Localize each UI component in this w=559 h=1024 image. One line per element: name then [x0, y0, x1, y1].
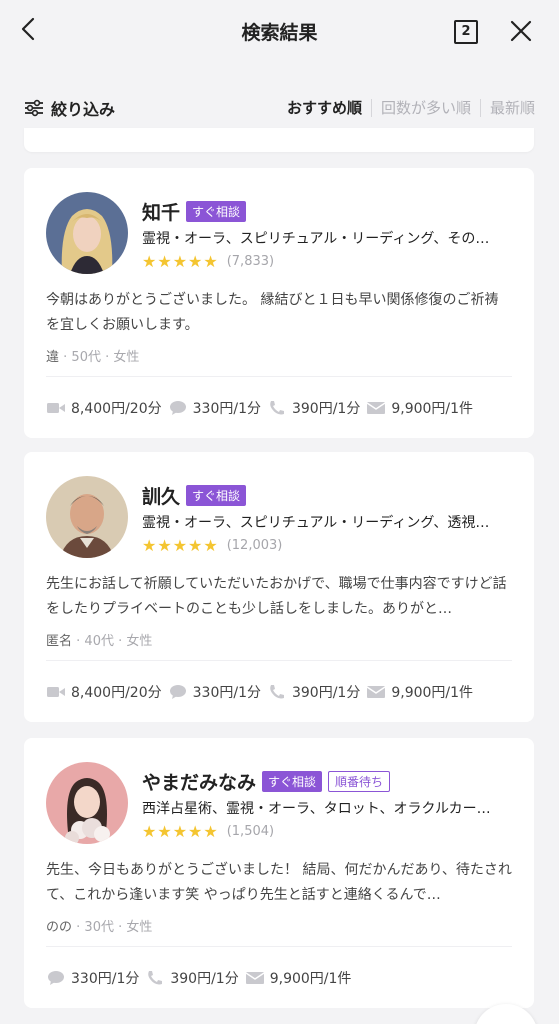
review-text: 先生、今日もありがとうございました！ 結局、何だかんだあり、待たされて、これから…	[46, 862, 512, 903]
tab-count-button[interactable]: 2	[454, 20, 478, 44]
advisor-name: 知千	[142, 202, 181, 224]
chat-price: 330円/1分	[168, 398, 261, 418]
video-price: 8,400円/20分	[46, 398, 162, 418]
video-camera-icon	[47, 403, 65, 413]
review-text: 先生にお話して祈願していただいたおかげで、職場で仕事内容ですけど話をしたりプライ…	[46, 576, 507, 617]
chat-price: 330円/1分	[168, 682, 261, 702]
star-rating-icon: ★★★★★	[142, 822, 219, 841]
divider	[46, 376, 512, 377]
mail-icon	[366, 402, 386, 414]
review-count: (1,504)	[226, 824, 275, 839]
sort-options: おすすめ順 回数が多い順 最新順	[287, 97, 535, 118]
available-now-badge: すぐ相談	[262, 771, 323, 792]
phone-price-text: 390円/1分	[170, 971, 239, 987]
chat-bubble-icon	[48, 971, 64, 985]
review-count: (12,003)	[226, 538, 283, 553]
phone-price-text: 390円/1分	[291, 685, 361, 701]
advisor-name: 訓久	[142, 486, 181, 508]
close-icon[interactable]	[508, 18, 534, 44]
advisor-card[interactable]: やまだみなみ すぐ相談 順番待ち 西洋占星術、霊視・オーラ、タロット、オラクルカ…	[24, 738, 534, 1008]
advisor-name-row: 知千 すぐ相談	[142, 198, 247, 225]
chat-price-text: 330円/1分	[71, 971, 140, 987]
reviewer-gender: 女性	[113, 350, 140, 365]
review-text: 今朝はありがとうございました。 縁結びと１日も早い関係修復のご祈祷を宜しくお願い…	[46, 292, 499, 333]
top-bar: 検索結果 2	[0, 0, 559, 62]
mail-price-text: 9,900円/1件	[269, 971, 352, 987]
video-camera-icon	[47, 687, 65, 697]
video-price: 8,400円/20分	[46, 682, 162, 702]
filter-sliders-icon	[25, 99, 43, 117]
reviewer-name: 違	[46, 350, 60, 365]
rating-row: ★★★★★ (1,504)	[142, 822, 274, 841]
mail-price: 9,900円/1件	[366, 398, 473, 418]
reviewer-meta: のの · 30代 · 女性	[46, 920, 153, 935]
rating-row: ★★★★★ (7,833)	[142, 252, 274, 271]
mail-price-text: 9,900円/1件	[391, 401, 474, 417]
rating-row: ★★★★★ (12,003)	[142, 536, 282, 555]
reviewer-age: 40代	[84, 634, 114, 649]
available-now-badge: すぐ相談	[186, 485, 247, 506]
reviewer-name: のの	[46, 920, 73, 935]
filter-sort-bar: 絞り込み おすすめ順 回数が多い順 最新順	[0, 84, 559, 128]
mail-price: 9,900円/1件	[245, 968, 352, 988]
mail-icon	[366, 686, 386, 698]
star-rating-icon: ★★★★★	[142, 536, 219, 555]
price-list: 330円/1分 390円/1分 9,900円/1件	[46, 968, 357, 988]
mail-price: 9,900円/1件	[366, 682, 473, 702]
chat-bubble-icon	[169, 685, 186, 699]
reviewer-gender: 女性	[126, 920, 153, 935]
previous-card-edge	[24, 128, 534, 152]
reviewer-name: 匿名	[46, 634, 73, 649]
filter-button[interactable]: 絞り込み	[24, 96, 115, 120]
avatar	[46, 476, 128, 558]
advisor-genres: 霊視・オーラ、スピリチュアル・リーディング、その…	[142, 231, 490, 247]
divider	[46, 660, 512, 661]
reviewer-age: 50代	[71, 350, 101, 365]
mail-icon	[245, 972, 265, 984]
price-list: 8,400円/20分 330円/1分 390円/1分 9,900円/1件	[46, 682, 479, 702]
divider	[46, 946, 512, 947]
phone-icon	[270, 685, 284, 699]
advisor-name-row: 訓久 すぐ相談	[142, 482, 247, 509]
advisor-card[interactable]: 訓久 すぐ相談 霊視・オーラ、スピリチュアル・リーディング、透視… ★★★★★ …	[24, 452, 534, 722]
reviewer-age: 30代	[84, 920, 114, 935]
phone-icon	[148, 971, 163, 985]
sort-most-sessions[interactable]: 回数が多い順	[381, 97, 471, 118]
phone-price: 390円/1分	[267, 398, 360, 418]
phone-price: 390円/1分	[267, 682, 360, 702]
phone-icon	[270, 401, 284, 415]
video-price-text: 8,400円/20分	[71, 685, 162, 701]
chat-bubble-icon	[169, 401, 186, 415]
advisor-name: やまだみなみ	[142, 772, 257, 794]
mail-price-text: 9,900円/1件	[391, 685, 474, 701]
filter-label: 絞り込み	[51, 100, 116, 119]
reviewer-meta: 違 · 50代 · 女性	[46, 350, 140, 365]
advisor-genres: 西洋占星術、霊視・オーラ、タロット、オラクルカー…	[142, 801, 491, 817]
reviewer-gender: 女性	[126, 634, 153, 649]
sort-divider	[370, 98, 372, 117]
advisor-genres: 霊視・オーラ、スピリチュアル・リーディング、透視…	[142, 515, 490, 531]
available-now-badge: すぐ相談	[186, 201, 247, 222]
phone-price: 390円/1分	[145, 968, 239, 988]
chat-price: 330円/1分	[46, 968, 139, 988]
review-count: (7,833)	[226, 254, 275, 269]
avatar	[46, 192, 128, 274]
chat-price-text: 330円/1分	[192, 401, 261, 417]
waiting-badge: 順番待ち	[328, 771, 391, 792]
advisor-name-row: やまだみなみ すぐ相談 順番待ち	[142, 768, 391, 795]
reviewer-meta: 匿名 · 40代 · 女性	[46, 634, 153, 649]
sort-recommended[interactable]: おすすめ順	[287, 97, 362, 118]
price-list: 8,400円/20分 330円/1分 390円/1分 9,900円/1件	[46, 398, 479, 418]
avatar	[46, 762, 128, 844]
video-price-text: 8,400円/20分	[71, 401, 162, 417]
advisor-card[interactable]: 知千 すぐ相談 霊視・オーラ、スピリチュアル・リーディング、その… ★★★★★ …	[24, 168, 534, 438]
chat-price-text: 330円/1分	[192, 685, 261, 701]
star-rating-icon: ★★★★★	[142, 252, 219, 271]
sort-divider	[479, 98, 481, 117]
phone-price-text: 390円/1分	[291, 401, 361, 417]
sort-newest[interactable]: 最新順	[490, 97, 535, 118]
